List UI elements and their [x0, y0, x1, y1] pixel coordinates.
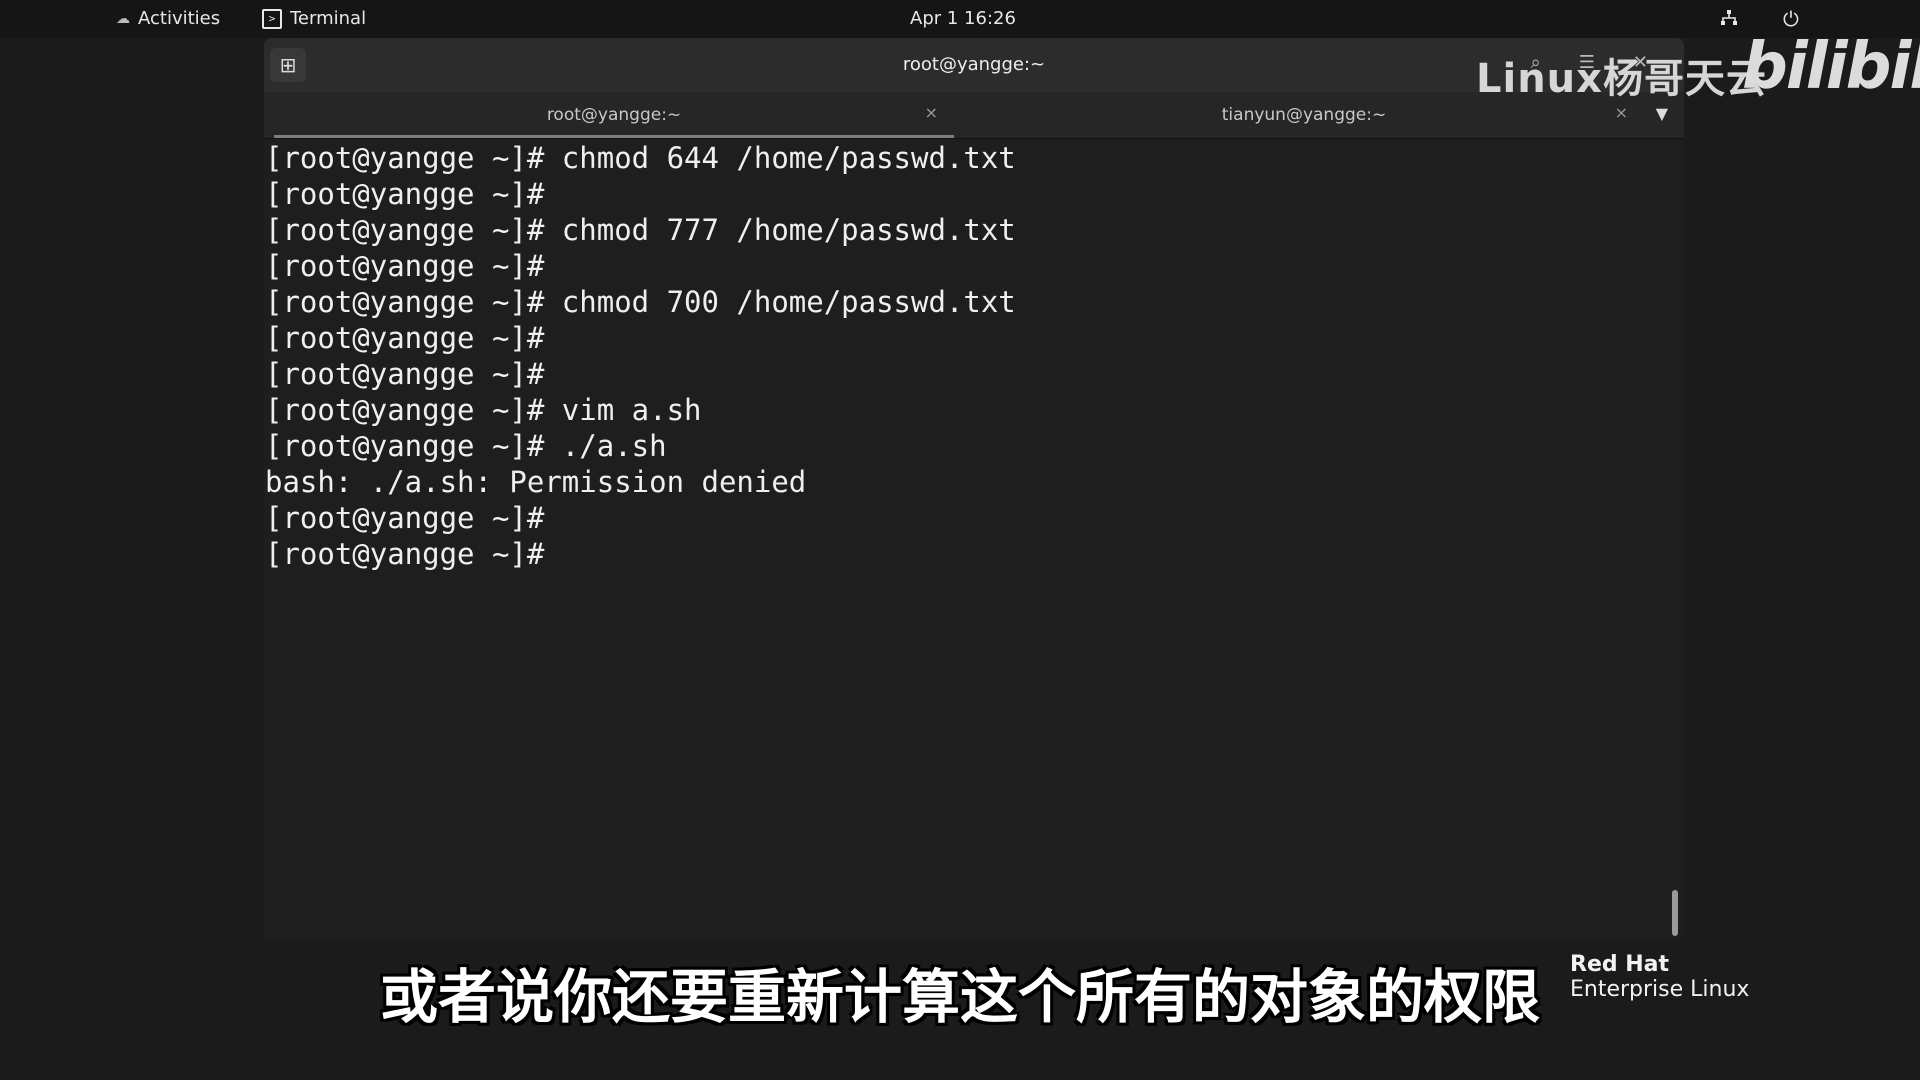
header-bar: ⊞ root@yangge:~ ⌕ ☰ ✕	[264, 38, 1684, 92]
terminal-line: [root@yangge ~]#	[265, 321, 545, 355]
network-icon[interactable]	[1720, 9, 1738, 32]
terminal-line: [root@yangge ~]#	[265, 249, 545, 283]
terminal-line: [root@yangge ~]#	[265, 537, 545, 571]
bilibili-logo: bilibili	[1742, 30, 1920, 104]
clock[interactable]: Apr 1 16:26	[910, 8, 1016, 29]
terminal-line: [root@yangge ~]# ./a.sh	[265, 429, 667, 463]
terminal-line: [root@yangge ~]#	[265, 357, 545, 391]
terminal-line: [root@yangge ~]#	[265, 501, 545, 535]
channel-watermark: Linux杨哥天云	[1476, 56, 1767, 102]
app-menu-button[interactable]: > Terminal	[262, 8, 366, 29]
terminal-line: [root@yangge ~]# chmod 644 /home/passwd.…	[265, 141, 1016, 175]
redhat-logo: Red Hat Enterprise Linux	[1570, 952, 1749, 1002]
tab-list-dropdown-icon[interactable]: ▼	[1656, 104, 1668, 123]
app-name: Terminal	[290, 8, 367, 29]
terminal-line: [root@yangge ~]# chmod 777 /home/passwd.…	[265, 213, 1016, 247]
tab-label: root@yangge:~	[546, 105, 682, 125]
window-title: root@yangge:~	[902, 54, 1046, 75]
terminal-window: ⊞ root@yangge:~ ⌕ ☰ ✕ root@yangge:~ × ti…	[264, 38, 1684, 938]
top-bar: ☁ Activities > Terminal Apr 1 16:26 ⏻	[0, 0, 1920, 38]
terminal-line: [root@yangge ~]# chmod 700 /home/passwd.…	[265, 285, 1016, 319]
terminal-line: bash: ./a.sh: Permission denied	[265, 465, 807, 499]
activities-button[interactable]: ☁ Activities	[116, 8, 220, 29]
terminal-output[interactable]: [root@yangge ~]# chmod 644 /home/passwd.…	[264, 140, 1665, 938]
redhat-brand: Red Hat	[1570, 952, 1670, 977]
terminal-line: [root@yangge ~]# vim a.sh	[265, 393, 702, 427]
tab-close-icon[interactable]: ×	[1615, 103, 1628, 122]
tab-bar: root@yangge:~ × tianyun@yangge:~ × ▼	[264, 92, 1684, 139]
tab-close-icon[interactable]: ×	[925, 103, 938, 122]
redhat-logo-icon: ☁	[116, 10, 130, 27]
power-icon[interactable]: ⏻	[1783, 7, 1799, 31]
terminal-icon: >	[262, 8, 282, 29]
redhat-product: Enterprise Linux	[1570, 977, 1750, 1002]
activities-label: Activities	[138, 8, 221, 29]
tab-label: tianyun@yangge:~	[1221, 105, 1387, 125]
terminal-line: [root@yangge ~]#	[265, 177, 545, 211]
scrollbar[interactable]	[1672, 890, 1678, 936]
tab-root[interactable]: root@yangge:~ ×	[274, 92, 954, 138]
